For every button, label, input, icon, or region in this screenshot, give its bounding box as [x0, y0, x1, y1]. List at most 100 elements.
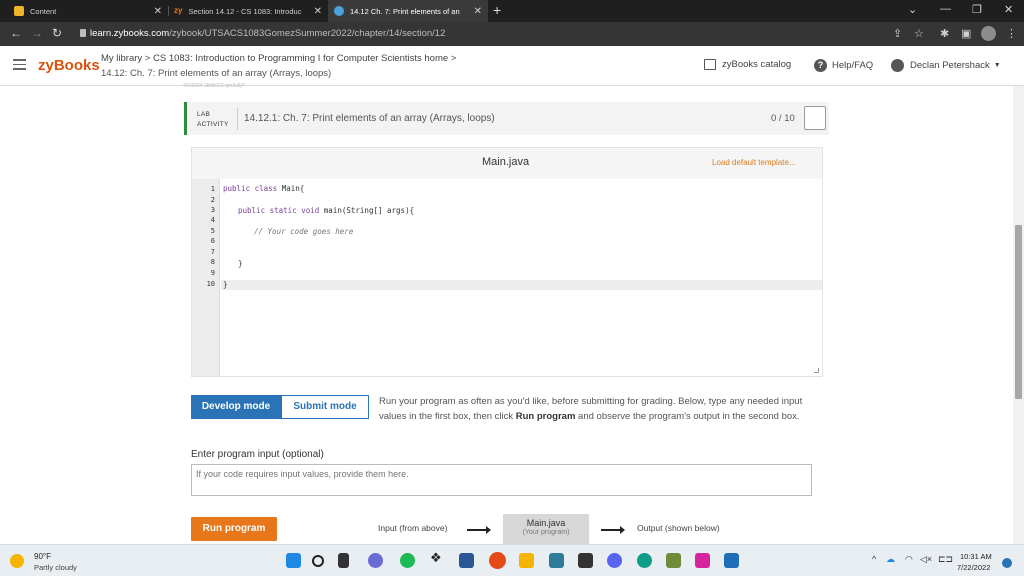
lab-tag-line1: LAB — [197, 111, 211, 118]
share-icon[interactable]: ⇪ — [893, 27, 902, 40]
photos-icon[interactable] — [724, 553, 739, 568]
word-icon[interactable] — [459, 553, 474, 568]
lab-tag-line2: ACTIVITY — [197, 121, 229, 128]
new-tab-icon[interactable]: + — [493, 2, 501, 18]
discord-icon[interactable] — [607, 553, 622, 568]
resize-handle[interactable] — [814, 368, 819, 373]
program-input-field[interactable] — [191, 464, 812, 496]
arrow-right-icon — [601, 526, 625, 533]
program-box: Main.java (Your program) — [503, 514, 589, 544]
browser-tab-section[interactable]: zy Section 14.12 - CS 1083: Introduc ✕ — [168, 0, 328, 22]
reload-icon[interactable]: ↻ — [52, 26, 62, 40]
url-field[interactable]: learn.zybooks.com/zybook/UTSACS1083Gomez… — [90, 28, 445, 39]
sidepanel-icon[interactable]: ▣ — [961, 27, 971, 40]
minimize-icon[interactable]: — — [940, 3, 951, 15]
close-icon[interactable]: ✕ — [314, 6, 322, 17]
back-icon[interactable]: ← — [10, 26, 22, 40]
lab-activity-bar: LAB ACTIVITY 14.12.1: Ch. 7: Print eleme… — [184, 102, 829, 135]
output-label: Output (shown below) — [637, 523, 720, 533]
code-area[interactable]: 1 2 3 4 5 6 7 8 9 10 public class Main{ … — [192, 179, 822, 376]
wifi-icon[interactable]: ◠ — [905, 554, 913, 565]
weather-icon — [10, 554, 24, 568]
submit-mode-button[interactable]: Submit mode — [281, 395, 369, 419]
content-tab-icon — [14, 6, 24, 16]
vpn-icon[interactable] — [578, 553, 593, 568]
close-icon[interactable]: ✕ — [474, 6, 482, 17]
minecraft-icon[interactable] — [666, 553, 681, 568]
code-text: Main{ — [277, 184, 305, 193]
weather-desc[interactable]: Partly cloudy — [34, 563, 77, 572]
input-from-above-label: Input (from above) — [378, 523, 448, 533]
code-text: main(String[] args){ — [319, 206, 415, 215]
clock-time[interactable]: 10:31 AM — [960, 552, 992, 561]
onedrive-icon[interactable]: ☁ — [886, 554, 895, 565]
lock-icon — [80, 29, 86, 37]
instagram-icon[interactable] — [695, 553, 710, 568]
breadcrumb[interactable]: My library > CS 1083: Introduction to Pr… — [101, 53, 456, 64]
extensions-icon[interactable]: ✱ — [940, 27, 949, 40]
line-number: 6 — [210, 237, 215, 245]
page-title: 14.12: Ch. 7: Print elements of an array… — [101, 68, 332, 79]
spotify-icon[interactable] — [400, 553, 415, 568]
browser-tab-strip: Content ✕ zy Section 14.12 - CS 1083: In… — [0, 0, 1024, 22]
chevron-up-icon[interactable]: ^ — [872, 554, 876, 564]
catalog-label: zyBooks catalog — [722, 59, 792, 70]
develop-mode-button[interactable]: Develop mode — [191, 395, 281, 419]
zybooks-tab-icon: zy — [174, 6, 183, 15]
close-window-icon[interactable]: ✕ — [1004, 3, 1013, 16]
code-editor: Main.java Load default template... 1 2 3… — [191, 147, 823, 377]
calculator-icon[interactable] — [549, 553, 564, 568]
mode-desc-part2: and observe the program's output in the … — [575, 411, 800, 422]
mode-description: Run your program as often as you'd like,… — [379, 394, 821, 424]
windows-taskbar: 90°F Partly cloudy ❖ ^ ☁ ◠ ◁× ⊏⊐ 10:31 A… — [0, 544, 1024, 576]
line-number: 2 — [210, 196, 215, 204]
load-default-template-link[interactable]: Load default template... — [712, 158, 796, 167]
code-line-10: } — [223, 280, 228, 289]
hamburger-icon[interactable] — [13, 59, 26, 73]
user-name: Declan Petershack — [910, 60, 990, 71]
search-icon[interactable] — [312, 555, 324, 567]
task-view-icon[interactable] — [338, 553, 349, 568]
file-explorer-icon[interactable] — [519, 553, 534, 568]
volume-icon[interactable]: ◁× — [920, 554, 932, 565]
user-menu[interactable]: Declan Petershack ▼ — [891, 59, 1001, 72]
weather-temp[interactable]: 90°F — [34, 552, 51, 561]
help-label: Help/FAQ — [832, 60, 874, 71]
help-link[interactable]: ? Help/FAQ — [814, 59, 873, 72]
zybooks-logo[interactable]: zyBooks — [38, 57, 100, 74]
program-box-subtitle: (Your program) — [522, 529, 570, 536]
program-input-label: Enter program input (optional) — [191, 449, 324, 460]
divider — [237, 108, 238, 130]
browser-tab-content[interactable]: Content ✕ — [8, 0, 168, 22]
forward-icon[interactable]: → — [31, 26, 43, 40]
lab-title: 14.12.1: Ch. 7: Print elements of an arr… — [244, 113, 495, 124]
line-number-gutter: 1 2 3 4 5 6 7 8 9 10 — [192, 179, 220, 376]
restore-icon[interactable]: ❐ — [972, 3, 982, 16]
profile-avatar[interactable] — [981, 26, 996, 41]
start-icon[interactable] — [286, 553, 301, 568]
close-icon[interactable]: ✕ — [154, 6, 162, 17]
teams-icon[interactable] — [368, 553, 383, 568]
dropbox-icon[interactable]: ❖ — [430, 550, 445, 565]
run-program-button[interactable]: Run program — [191, 517, 277, 541]
edge-icon[interactable] — [637, 553, 652, 568]
scrollbar-thumb[interactable] — [1015, 225, 1022, 399]
line-number: 7 — [210, 248, 215, 256]
catalog-link[interactable]: zyBooks catalog — [704, 59, 791, 70]
line-number: 4 — [210, 216, 215, 224]
menu-icon[interactable]: ⋮ — [1006, 27, 1017, 40]
tab-search-icon[interactable]: ⌄ — [908, 3, 917, 16]
user-icon — [891, 59, 904, 72]
notification-icon[interactable] — [1002, 558, 1012, 568]
browser-tab-active[interactable]: 14.12 Ch. 7: Print elements of an ✕ — [328, 0, 488, 22]
program-box-title: Main.java — [526, 518, 566, 528]
battery-icon[interactable]: ⊏⊐ — [938, 554, 953, 565]
star-icon[interactable]: ☆ — [914, 27, 924, 40]
address-bar: ← → ↻ learn.zybooks.com/zybook/UTSACS108… — [0, 22, 1024, 46]
chrome-icon[interactable] — [489, 552, 506, 569]
clock-date[interactable]: 7/22/2022 — [957, 563, 990, 572]
ghost-text: 4015924-28d5022-qm3u5jY — [183, 83, 245, 89]
chevron-down-icon: ▼ — [993, 62, 1001, 69]
score-box — [804, 106, 826, 130]
url-path: /zybook/UTSACS1083GomezSummer2022/chapte… — [169, 28, 446, 39]
